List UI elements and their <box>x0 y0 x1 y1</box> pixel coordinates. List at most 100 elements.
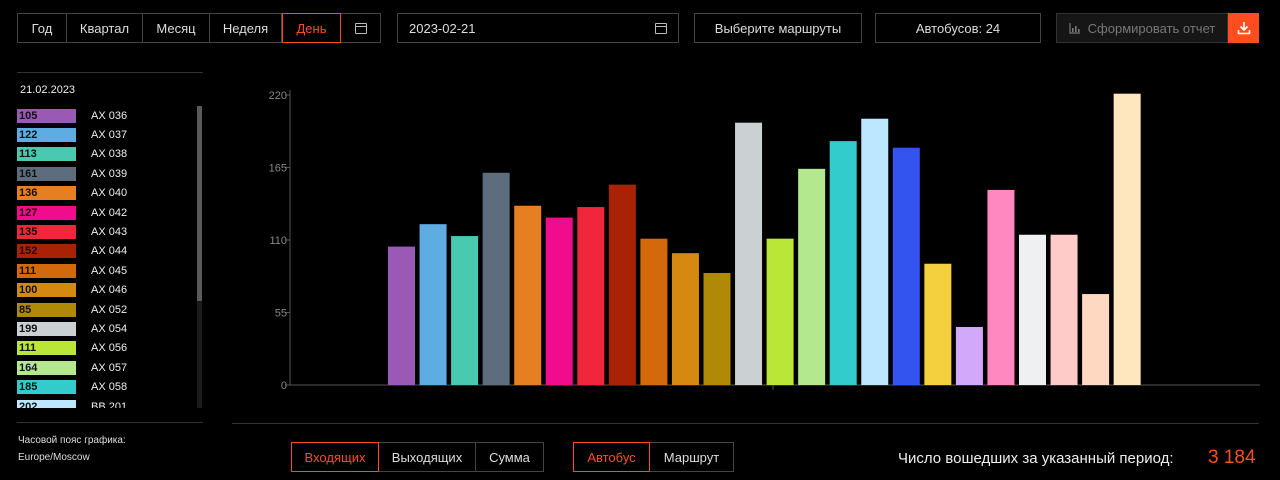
bus-count-box: Автобусов: 24 <box>875 13 1041 43</box>
period-toolbar: Год Квартал Месяц Неделя День <box>17 13 381 43</box>
bar <box>1082 294 1110 385</box>
download-button[interactable] <box>1228 13 1259 43</box>
bar <box>671 253 699 385</box>
legend-route-label: AX 040 <box>91 187 128 200</box>
group-route-button[interactable]: Маршрут <box>650 442 734 472</box>
sum-button[interactable]: Сумма <box>476 442 544 472</box>
legend-route-label: AX 043 <box>91 226 128 239</box>
legend-item[interactable]: 164 AX 057 <box>17 358 197 377</box>
legend-item[interactable]: 135 AX 043 <box>17 222 197 241</box>
legend-item[interactable]: 136 AX 040 <box>17 184 197 203</box>
legend-swatch: 185 <box>17 380 76 395</box>
bar <box>482 172 510 385</box>
legend-route-label: AX 046 <box>91 284 128 297</box>
legend-route-label: AX 056 <box>91 342 128 355</box>
bar <box>892 147 920 385</box>
legend-item[interactable]: 127 AX 042 <box>17 203 197 222</box>
legend-swatch: 152 <box>17 244 76 259</box>
bar <box>1050 234 1078 385</box>
bar <box>1113 93 1141 385</box>
legend-item[interactable]: 152 AX 044 <box>17 242 197 261</box>
download-icon <box>1237 22 1250 35</box>
sidebar-divider <box>17 422 203 423</box>
legend-route-label: AX 039 <box>91 167 128 180</box>
generate-report-label: Сформировать отчет <box>1087 20 1216 36</box>
bar <box>451 236 479 385</box>
period-month-button[interactable]: Месяц <box>143 13 210 43</box>
legend-route-label: AX 038 <box>91 148 128 161</box>
period-week-button[interactable]: Неделя <box>210 13 282 43</box>
legend-route-label: AX 042 <box>91 206 128 219</box>
bar <box>577 207 605 385</box>
total-label: Число вошедших за указанный период: <box>898 450 1174 467</box>
bus-count-label: Автобусов: 24 <box>915 20 1001 36</box>
legend-swatch: 111 <box>17 263 76 278</box>
bar <box>924 263 952 385</box>
period-quarter-button[interactable]: Квартал <box>67 13 143 43</box>
total-value: 3 184 <box>1208 447 1256 468</box>
legend-item[interactable]: 105 AX 036 <box>17 106 197 125</box>
legend-swatch: 105 <box>17 108 76 123</box>
legend-swatch: 164 <box>17 360 76 375</box>
date-input-value: 2023-02-21 <box>409 20 476 36</box>
calendar-icon <box>354 22 367 34</box>
select-routes-button[interactable]: Выберите маршруты <box>694 13 862 43</box>
bar <box>703 272 731 385</box>
calendar-button[interactable] <box>341 13 381 43</box>
legend-route-label: AX 045 <box>91 264 128 277</box>
y-tick-label: 220 <box>269 90 287 102</box>
bar <box>766 238 794 385</box>
incoming-button[interactable]: Входящих <box>291 442 379 472</box>
legend-scroll-thumb[interactable] <box>197 106 202 301</box>
legend-item[interactable]: 100 AX 046 <box>17 281 197 300</box>
legend-item[interactable]: 111 AX 056 <box>17 339 197 358</box>
bar <box>514 205 542 385</box>
bar <box>861 118 889 386</box>
y-tick-label: 110 <box>269 235 287 247</box>
legend-swatch: 161 <box>17 166 76 181</box>
legend-swatch: 199 <box>17 321 76 336</box>
period-year-button[interactable]: Год <box>17 13 67 43</box>
outgoing-button[interactable]: Выходящих <box>379 442 476 472</box>
period-day-button[interactable]: День <box>282 13 341 43</box>
legend-item[interactable]: 113 AX 038 <box>17 145 197 164</box>
legend-swatch: 100 <box>17 283 76 298</box>
sidebar-divider <box>17 72 203 73</box>
bar <box>640 238 668 385</box>
bar <box>735 122 763 385</box>
bar <box>987 189 1015 385</box>
y-tick-label: 55 <box>275 308 287 320</box>
bar <box>829 141 857 385</box>
legend-item[interactable]: 122 AX 037 <box>17 125 197 144</box>
legend-route-label: AX 052 <box>91 303 128 316</box>
legend-item[interactable]: 202 BB 201 <box>17 397 197 408</box>
period-selector: Год Квартал Месяц Неделя День <box>17 13 381 43</box>
legend-item[interactable]: 199 AX 054 <box>17 319 197 338</box>
legend-route-label: AX 044 <box>91 245 128 258</box>
y-tick-label: 165 <box>269 163 287 175</box>
legend-swatch: 111 <box>17 341 76 356</box>
bar <box>955 327 983 385</box>
bar <box>388 246 415 385</box>
timezone-label: Часовой пояс графика: <box>18 435 126 446</box>
legend-swatch: 122 <box>17 128 76 143</box>
legend-item[interactable]: 111 AX 045 <box>17 261 197 280</box>
group-bus-button[interactable]: Автобус <box>573 442 650 472</box>
bar <box>1019 234 1046 385</box>
generate-report-button[interactable]: Сформировать отчет <box>1056 13 1228 43</box>
bar-chart-icon <box>1069 22 1080 34</box>
bar <box>608 184 636 385</box>
legend-swatch: 113 <box>17 147 76 162</box>
legend-swatch: 136 <box>17 186 76 201</box>
bar-chart-svg: 0 55 110 165 220 <box>269 90 1260 392</box>
legend-route-label: AX 057 <box>91 361 128 374</box>
date-input[interactable]: 2023-02-21 <box>397 13 679 43</box>
calendar-icon <box>655 22 667 34</box>
legend-swatch: 85 <box>17 302 76 317</box>
legend-item[interactable]: 185 AX 058 <box>17 377 197 396</box>
bar-chart: 0 55 110 165 220 <box>230 80 1280 400</box>
legend-item[interactable]: 85 AX 052 <box>17 300 197 319</box>
legend-swatch: 202 <box>17 399 76 408</box>
legend-item[interactable]: 161 AX 039 <box>17 164 197 183</box>
group-selector: Автобус Маршрут <box>573 442 734 472</box>
